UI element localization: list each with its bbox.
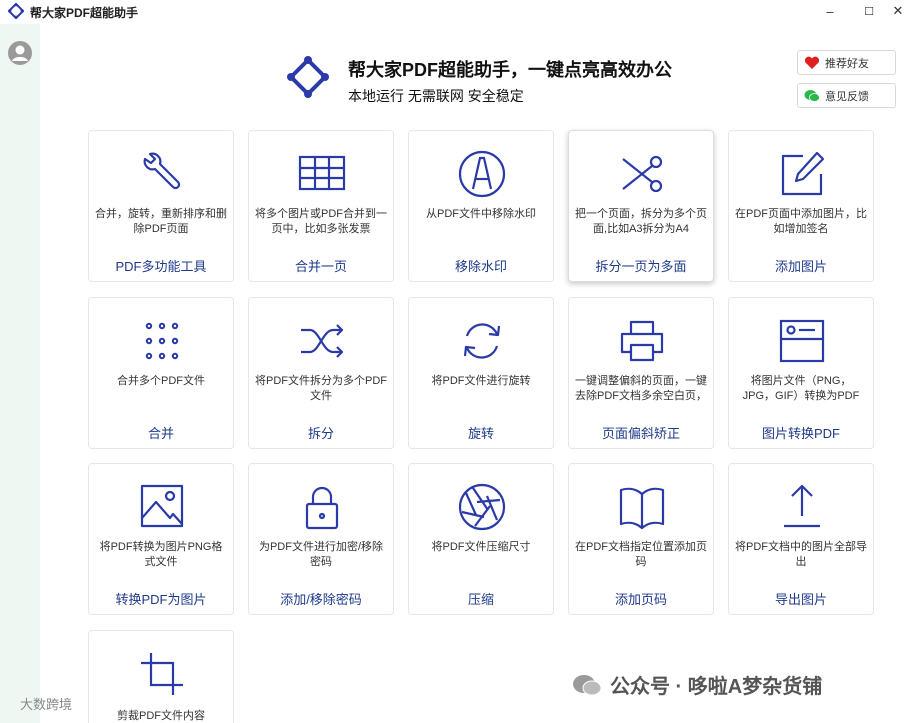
tool-title: 拆分 — [307, 426, 334, 441]
tool-title: 旋转 — [467, 426, 494, 441]
tool-card-merge-one-page[interactable]: 将多个图片或PDF合并到一页中，比如多张发票 合并一页 — [248, 130, 394, 282]
tool-title: 移除水印 — [454, 259, 507, 274]
tool-desc: 将PDF文件压缩尺寸 — [431, 541, 531, 553]
tool-card-add-image[interactable]: 在PDF页面中添加图片，比如增加签名 添加图片 — [728, 130, 874, 282]
tool-title: 拆分一页为多面 — [595, 259, 687, 274]
tool-desc: 从PDF文件中移除水印 — [426, 208, 536, 220]
avatar-icon[interactable] — [7, 40, 33, 66]
tool-card-split[interactable]: 将PDF文件拆分为多个PDF文件 拆分 — [248, 297, 394, 449]
tool-card-crop[interactable]: 剪裁PDF文件内容 — [88, 630, 234, 723]
tool-card-rotate[interactable]: 将PDF文件进行旋转 旋转 — [408, 297, 554, 449]
tool-desc: 剪裁PDF文件内容 — [117, 710, 205, 722]
dots-grid-icon — [145, 322, 179, 360]
tool-card-page-number[interactable]: 在PDF文档指定位置添加页码 添加页码 — [568, 463, 714, 615]
tool-card-remove-watermark[interactable]: 从PDF文件中移除水印 移除水印 — [408, 130, 554, 282]
book-icon — [619, 487, 665, 530]
close-button[interactable]: ✕ — [878, 0, 916, 22]
tool-title: 添加页码 — [614, 592, 667, 607]
table-icon — [298, 155, 346, 191]
tool-title: 合并 — [147, 426, 174, 441]
tool-card-compress[interactable]: 将PDF文件压缩尺寸 压缩 — [408, 463, 554, 615]
watermark-icon — [458, 150, 506, 198]
tool-title: 添加图片 — [774, 259, 827, 274]
aperture-icon — [458, 483, 506, 531]
shuffle-icon — [301, 324, 344, 358]
image-icon — [140, 484, 184, 528]
tool-desc: 将多个图片或PDF合并到一页中，比如多张发票 — [255, 208, 387, 235]
tool-desc: 将PDF文件进行旋转 — [431, 375, 531, 387]
rotate-icon — [463, 323, 501, 359]
tool-desc: 将PDF文档中的图片全部导出 — [735, 541, 867, 568]
tool-title: 压缩 — [467, 592, 494, 607]
page-subtitle: 本地运行 无需联网 安全稳定 — [348, 88, 524, 104]
app-logo-icon — [8, 3, 24, 19]
feedback-label: 意见反馈 — [825, 90, 869, 103]
watermark-label: 公众号 · 哆啦A梦杂货铺 — [610, 676, 823, 698]
main-panel: 帮大家PDF超能助手，一键点亮高效办公 本地运行 无需联网 安全稳定 推荐好友 … — [40, 24, 916, 723]
tool-title: 转换PDF为图片 — [115, 592, 207, 607]
tool-card-export-images[interactable]: 将PDF文档中的图片全部导出 导出图片 — [728, 463, 874, 615]
tool-card-password[interactable]: 为PDF文件进行加密/移除密码 添加/移除密码 — [248, 463, 394, 615]
tool-title: 合并一页 — [294, 259, 347, 274]
tool-desc: 把一个页面，拆分为多个页面,比如A3拆分为A4 — [575, 208, 707, 235]
page-title: 帮大家PDF超能助手，一键点亮高效办公 — [348, 60, 672, 80]
tool-card-split-page[interactable]: 把一个页面，拆分为多个页面,比如A3拆分为A4 拆分一页为多面 — [568, 130, 714, 282]
tool-desc: 在PDF页面中添加图片，比如增加签名 — [735, 208, 867, 235]
app-logo-icon — [287, 56, 329, 98]
tool-title: 导出图片 — [774, 592, 827, 607]
lock-icon — [305, 486, 339, 530]
tool-title: 添加/移除密码 — [280, 592, 362, 607]
title-bar: 帮大家PDF超能助手 – ☐ ✕ — [0, 0, 916, 24]
id-card-icon — [779, 319, 825, 363]
tool-title: PDF多功能工具 — [115, 259, 207, 274]
window-title: 帮大家PDF超能助手 — [30, 6, 139, 20]
tool-desc: 将PDF转换为图片PNG格式文件 — [99, 541, 223, 568]
wrench-icon — [143, 152, 181, 190]
tool-card-deskew[interactable]: 一键调整偏斜的页面，一键去除PDF文档多余空白页， 页面偏斜矫正 — [568, 297, 714, 449]
wechat-icon — [573, 674, 602, 695]
sidebar — [0, 24, 40, 723]
upload-icon — [784, 484, 820, 528]
heart-icon — [804, 56, 820, 69]
scissors-icon — [622, 155, 663, 193]
tool-desc: 将PDF文件拆分为多个PDF文件 — [255, 375, 387, 402]
tool-desc: 合并，旋转，重新排序和删除PDF页面 — [95, 208, 227, 235]
tool-card-image-to-pdf[interactable]: 将图片文件（PNG，JPG，GIF）转换为PDF 图片转换PDF — [728, 297, 874, 449]
recommend-button[interactable]: 推荐好友 — [797, 50, 896, 75]
watermark-small: 大数跨境 — [20, 697, 73, 712]
recommend-label: 推荐好友 — [825, 57, 869, 70]
tool-card-pdf-to-image[interactable]: 将PDF转换为图片PNG格式文件 转换PDF为图片 — [88, 463, 234, 615]
tool-desc: 合并多个PDF文件 — [117, 375, 205, 387]
tool-card-pdf-multi[interactable]: 合并，旋转，重新排序和删除PDF页面 PDF多功能工具 — [88, 130, 234, 282]
edit-icon — [781, 151, 825, 196]
tool-desc: 在PDF文档指定位置添加页码 — [575, 541, 707, 568]
printer-icon — [620, 320, 664, 362]
wechat-icon — [804, 89, 820, 102]
tool-title: 图片转换PDF — [761, 426, 840, 441]
crop-icon — [141, 653, 183, 695]
tool-card-merge[interactable]: 合并多个PDF文件 合并 — [88, 297, 234, 449]
tool-desc: 将图片文件（PNG，JPG，GIF）转换为PDF — [742, 375, 860, 402]
tool-title: 页面偏斜矫正 — [601, 426, 680, 441]
minimize-button[interactable]: – — [810, 0, 850, 22]
feedback-button[interactable]: 意见反馈 — [797, 83, 896, 108]
watermark-text: 公众号 · 哆啦A梦杂货铺 — [572, 670, 822, 699]
tool-desc: 一键调整偏斜的页面，一键去除PDF文档多余空白页， — [575, 375, 707, 402]
tool-desc: 为PDF文件进行加密/移除密码 — [258, 541, 384, 568]
